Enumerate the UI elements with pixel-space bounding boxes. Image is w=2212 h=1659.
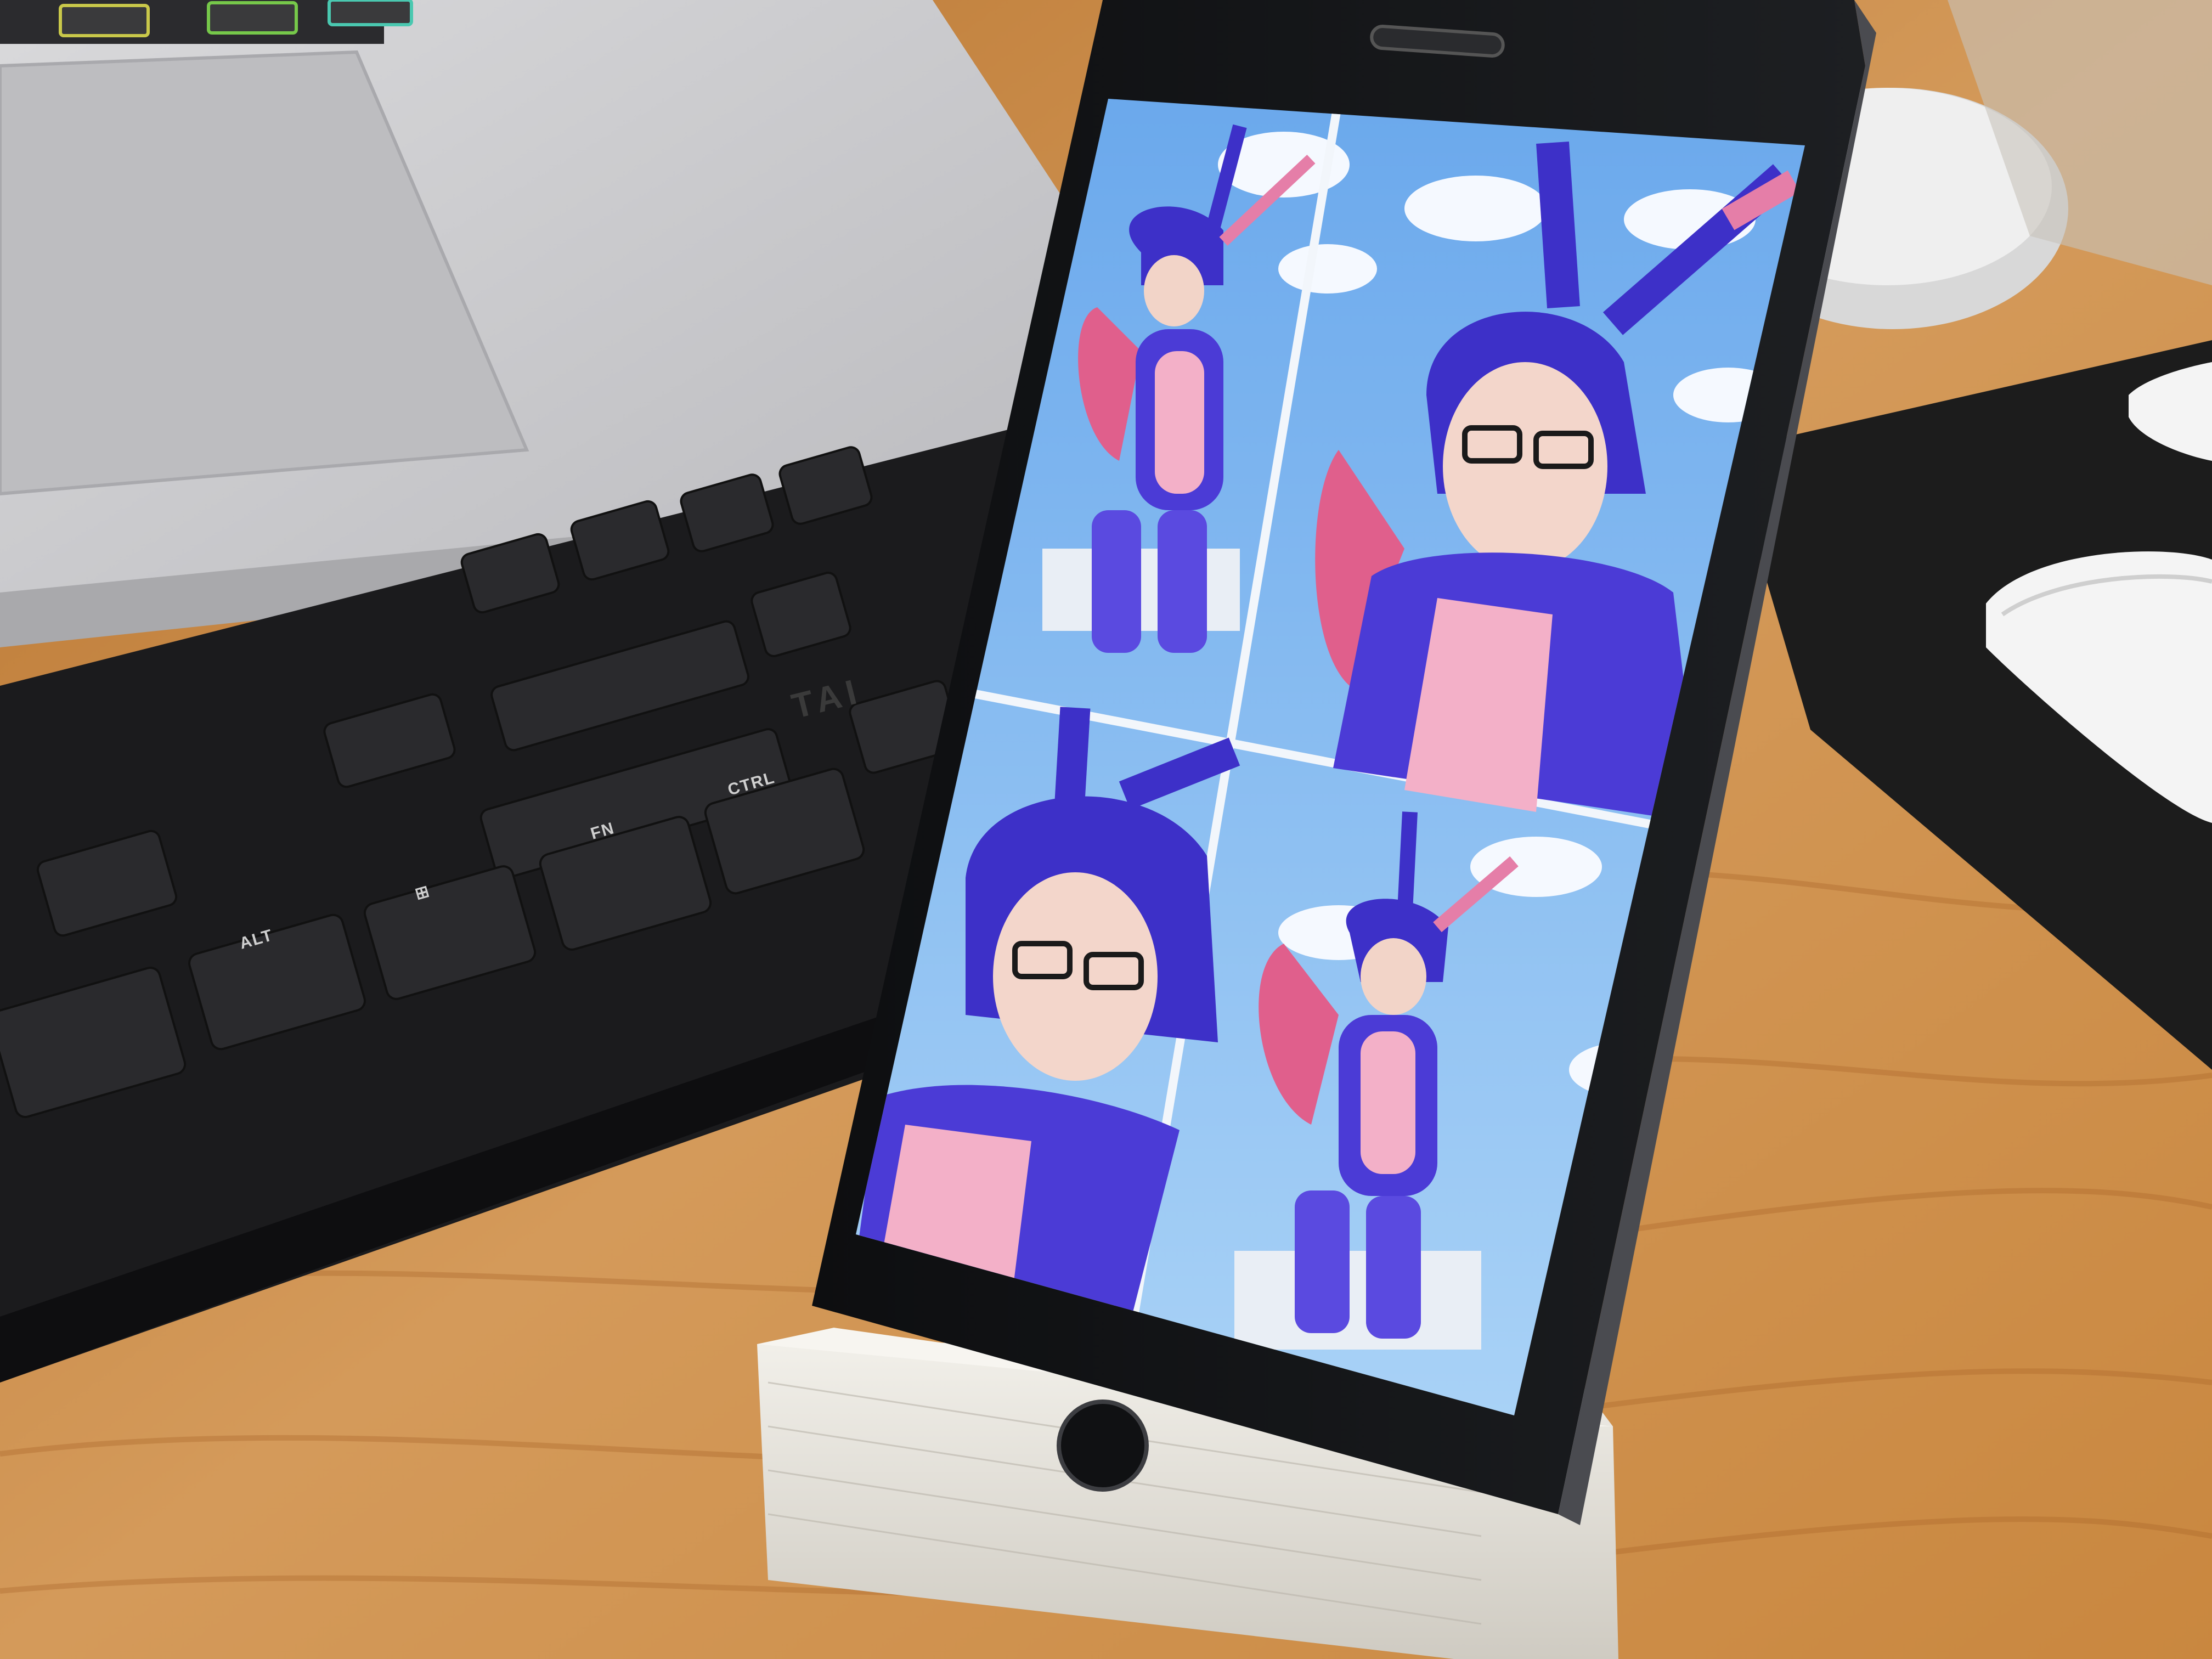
laptop-keys-strip [0, 0, 384, 44]
photo-scene: ALT FN CTRL ⊞ TAI [0, 0, 2212, 1659]
home-button [1057, 1400, 1149, 1492]
